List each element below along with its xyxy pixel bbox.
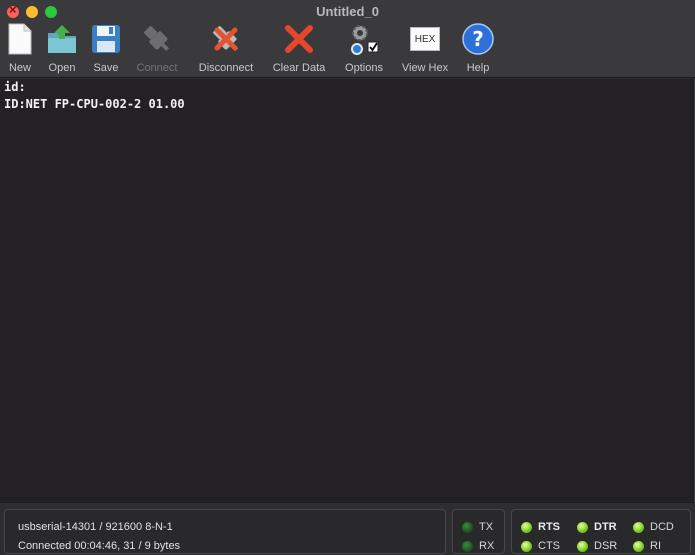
cts-led-icon — [521, 540, 532, 552]
open-label: Open — [48, 62, 76, 74]
connection-status: Connected 00:04:46, 31 / 9 bytes — [18, 540, 181, 552]
ri-led-icon — [633, 540, 644, 552]
svg-text:?: ? — [472, 27, 484, 51]
dcd-label: DCD — [650, 521, 674, 533]
dtr-indicator[interactable]: DTR — [577, 521, 617, 533]
connection-info: usbserial-14301 / 921600 8-N-1 Connected… — [4, 509, 446, 554]
dsr-led-icon — [577, 540, 588, 552]
terminal-output[interactable]: id: ID:NET FP-CPU-002-2 01.00 — [0, 79, 695, 502]
new-document-icon — [3, 22, 37, 56]
port-settings: usbserial-14301 / 921600 8-N-1 — [18, 521, 173, 533]
clear-data-label: Clear Data — [272, 62, 326, 74]
new-button[interactable]: New — [4, 22, 36, 74]
options-label: Options — [345, 62, 383, 74]
rx-led-icon — [462, 540, 473, 552]
options-button[interactable]: Options — [342, 22, 386, 74]
disconnect-button[interactable]: Disconnect — [195, 22, 257, 74]
open-button[interactable]: Open — [45, 22, 79, 74]
rts-indicator[interactable]: RTS — [521, 521, 560, 533]
ri-indicator: RI — [633, 540, 661, 552]
connect-label: Connect — [136, 62, 178, 74]
rts-led-icon — [521, 521, 532, 533]
toolbar: New Open Save Connect Disconnect Clear D… — [0, 22, 695, 76]
dtr-led-icon — [577, 521, 588, 533]
rx-indicator: RX — [462, 540, 494, 552]
open-folder-icon — [45, 22, 79, 56]
disconnect-label: Disconnect — [198, 62, 254, 74]
dcd-led-icon — [633, 521, 644, 533]
signal-indicators: RTS CTS DTR DSR DCD RI — [511, 509, 691, 554]
connect-button[interactable]: Connect — [133, 22, 181, 74]
hex-icon: HEX — [408, 22, 442, 56]
save-button[interactable]: Save — [90, 22, 122, 74]
dcd-indicator: DCD — [633, 521, 674, 533]
terminal-line: ID:NET FP-CPU-002-2 01.00 — [4, 97, 185, 111]
hex-icon-text: HEX — [410, 27, 440, 51]
view-hex-button[interactable]: HEX View Hex — [398, 22, 452, 74]
red-x-icon — [282, 22, 316, 56]
tx-led-icon — [462, 521, 473, 533]
dsr-indicator: DSR — [577, 540, 617, 552]
save-label: Save — [93, 62, 119, 74]
floppy-disk-icon — [89, 22, 123, 56]
tx-indicator: TX — [462, 521, 493, 533]
help-label: Help — [466, 62, 490, 74]
help-button[interactable]: ? Help — [462, 22, 494, 74]
rx-label: RX — [479, 540, 495, 552]
usb-unplug-icon — [209, 22, 243, 56]
rts-label: RTS — [538, 521, 560, 533]
view-hex-label: View Hex — [401, 62, 449, 74]
clear-data-button[interactable]: Clear Data — [270, 22, 328, 74]
terminal-line: id: — [4, 80, 26, 94]
status-bar: usbserial-14301 / 921600 8-N-1 Connected… — [0, 502, 695, 555]
new-label: New — [8, 62, 31, 74]
dsr-label: DSR — [594, 540, 618, 552]
cts-indicator: CTS — [521, 540, 560, 552]
window-title: Untitled_0 — [316, 4, 379, 19]
tx-rx-indicators: TX RX — [452, 509, 505, 554]
help-icon: ? — [461, 22, 495, 56]
cts-label: CTS — [538, 540, 560, 552]
ri-label: RI — [650, 540, 661, 552]
usb-plug-icon — [140, 22, 174, 56]
tx-label: TX — [479, 521, 494, 533]
gears-icon — [347, 22, 381, 56]
dtr-label: DTR — [594, 521, 617, 533]
